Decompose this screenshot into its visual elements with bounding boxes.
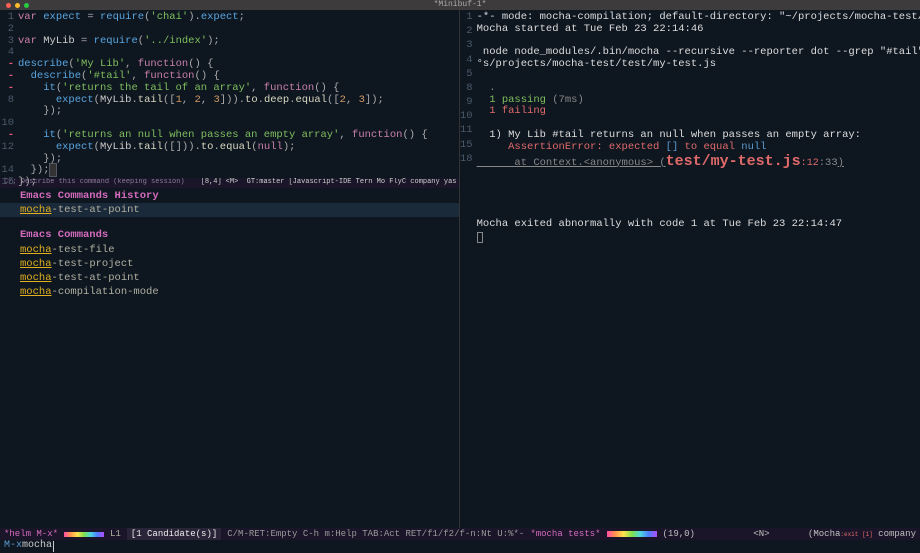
helm-candidate[interactable]: mocha-test-at-point (0, 271, 459, 285)
mocha-state: <N> (753, 528, 769, 540)
helm-panel[interactable]: Emacs Commands History mocha-test-at-poi… (0, 188, 459, 528)
mocha-mode-close: company (873, 529, 916, 539)
rainbow-icon (607, 531, 657, 537)
window-title: *Minibuf-1* (0, 0, 920, 10)
helm-candidate[interactable]: mocha-test-project (0, 257, 459, 271)
rainbow-icon (64, 532, 104, 537)
helm-buffer-name: *helm M-x* (4, 528, 58, 540)
helm-candidate[interactable]: mocha-test-file (0, 243, 459, 257)
minibuffer[interactable]: M-x mocha (0, 540, 920, 552)
workspace: 1234---810-121415 var expect = require('… (0, 10, 920, 528)
helm-history-list[interactable]: mocha-test-at-point (0, 203, 459, 217)
window-titlebar: *Minibuf-1* (0, 0, 920, 10)
compilation-body[interactable]: -*- mode: mocha-compilation; default-dir… (477, 10, 920, 528)
text-cursor-icon (53, 541, 54, 552)
helm-history-header: Emacs Commands History (0, 188, 459, 203)
left-pane: 1234---810-121415 var expect = require('… (0, 10, 460, 528)
helm-candidate[interactable]: mocha-test-at-point (0, 203, 459, 217)
helm-line: L1 (110, 528, 121, 540)
helm-candidate[interactable]: mocha-compilation-mode (0, 285, 459, 299)
right-pane: 123458910111518 -*- mode: mocha-compilat… (460, 10, 920, 528)
mocha-mode-open: (Mocha (808, 529, 840, 539)
compilation-buffer[interactable]: 123458910111518 -*- mode: mocha-compilat… (460, 10, 920, 528)
bottom-modeline: *helm M-x* L1 [1 Candidate(s)] C/M-RET:E… (0, 528, 920, 540)
mocha-buffer-name: *mocha tests* (530, 528, 600, 540)
compilation-gutter: 123458910111518 (460, 10, 477, 528)
helm-candidates-count: [1 Candidate(s)] (127, 528, 221, 540)
minibuffer-prompt: M-x (4, 539, 22, 553)
helm-commands-header: Emacs Commands (0, 227, 459, 242)
helm-keybind-hints: C/M-RET:Empty C-h m:Help TAB:Act RET/f1/… (227, 528, 524, 540)
minibuffer-input[interactable]: mocha (22, 539, 52, 553)
code-editor[interactable]: 1234---810-121415 var expect = require('… (0, 10, 459, 178)
helm-commands-list[interactable]: mocha-test-filemocha-test-projectmocha-t… (0, 243, 459, 300)
editor-body[interactable]: var expect = require('chai').expect; var… (18, 10, 459, 178)
mocha-cursor-pos: (19,0) (663, 528, 695, 540)
mocha-exit-status: :exit [1] (840, 531, 872, 538)
editor-gutter: 1234---810-121415 (0, 10, 18, 178)
